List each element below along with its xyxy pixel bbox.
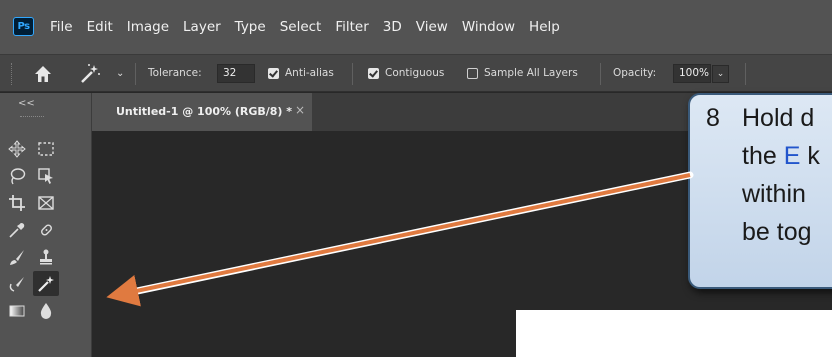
opacity-label: Opacity: — [613, 67, 657, 79]
callout-step-number: 8 — [706, 104, 720, 132]
divider — [352, 63, 353, 85]
gradient-tool-icon[interactable] — [4, 298, 30, 323]
collapse-panel-button[interactable]: << — [18, 98, 35, 109]
marquee-tool-icon[interactable] — [33, 136, 59, 161]
document-tab[interactable]: Untitled-1 @ 100% (RGB/8) * × — [92, 93, 312, 131]
callout-line-1: Hold d — [742, 104, 815, 132]
menu-file[interactable]: File — [50, 19, 73, 35]
eyedropper-tool-icon[interactable] — [4, 217, 30, 242]
menu-image[interactable]: Image — [127, 19, 169, 35]
menu-bar: Ps File Edit Image Layer Type Select Fil… — [0, 0, 832, 54]
opacity-input[interactable]: 100% — [673, 64, 711, 83]
callout-line-3: within — [742, 180, 806, 208]
divider — [600, 63, 601, 85]
options-bar-grip[interactable] — [11, 63, 13, 85]
chevron-down-icon[interactable]: ⌄ — [116, 68, 124, 79]
contiguous-label: Contiguous — [385, 67, 445, 79]
close-icon[interactable]: × — [295, 103, 305, 117]
callout-key-highlight: E — [783, 142, 801, 170]
move-tool-icon[interactable] — [4, 136, 30, 161]
menu-edit[interactable]: Edit — [87, 19, 113, 35]
frame-tool-icon[interactable] — [33, 190, 59, 215]
photoshop-logo: Ps — [13, 17, 34, 36]
document-tab-title: Untitled-1 @ 100% (RGB/8) * — [116, 105, 293, 118]
sample-all-layers-checkbox[interactable] — [467, 68, 478, 79]
menu-select[interactable]: Select — [280, 19, 322, 35]
tolerance-input[interactable]: 32 — [217, 64, 255, 83]
menu-window[interactable]: Window — [462, 19, 515, 35]
crop-tool-icon[interactable] — [4, 190, 30, 215]
toolbox-grip[interactable] — [20, 116, 44, 118]
clone-stamp-tool-icon[interactable] — [33, 244, 59, 269]
eraser-tool-icon[interactable] — [33, 271, 59, 296]
blur-tool-icon[interactable] — [33, 298, 59, 323]
tolerance-label: Tolerance: — [148, 67, 202, 79]
options-bar: ⌄ Tolerance: 32 Anti-alias Contiguous Sa… — [0, 54, 832, 92]
menu-view[interactable]: View — [416, 19, 448, 35]
anti-alias-label: Anti-alias — [285, 67, 334, 79]
callout-line-2-prefix: the — [742, 142, 784, 170]
document-canvas[interactable] — [516, 310, 832, 357]
menu-3d[interactable]: 3D — [383, 19, 402, 35]
menu-type[interactable]: Type — [235, 19, 266, 35]
menu-layer[interactable]: Layer — [183, 19, 221, 35]
callout-line-4: be tog — [742, 218, 812, 246]
callout-line-2: the E k — [742, 142, 820, 171]
magic-wand-tool-preset-icon[interactable] — [78, 62, 102, 86]
divider — [745, 63, 746, 85]
healing-brush-tool-icon[interactable] — [33, 217, 59, 242]
chevron-down-icon[interactable]: ⌄ — [712, 65, 729, 83]
sample-all-layers-label: Sample All Layers — [484, 67, 578, 79]
anti-alias-checkbox[interactable] — [268, 68, 279, 79]
home-icon[interactable] — [33, 64, 53, 84]
menu-filter[interactable]: Filter — [335, 19, 368, 35]
divider — [135, 63, 136, 85]
history-brush-tool-icon[interactable] — [4, 271, 30, 296]
menu-items: File Edit Image Layer Type Select Filter… — [50, 0, 574, 54]
object-selection-tool-icon[interactable] — [33, 163, 59, 188]
lasso-tool-icon[interactable] — [4, 163, 30, 188]
brush-tool-icon[interactable] — [4, 244, 30, 269]
menu-help[interactable]: Help — [529, 19, 560, 35]
contiguous-checkbox[interactable] — [368, 68, 379, 79]
callout-line-2-suffix: k — [800, 142, 820, 170]
